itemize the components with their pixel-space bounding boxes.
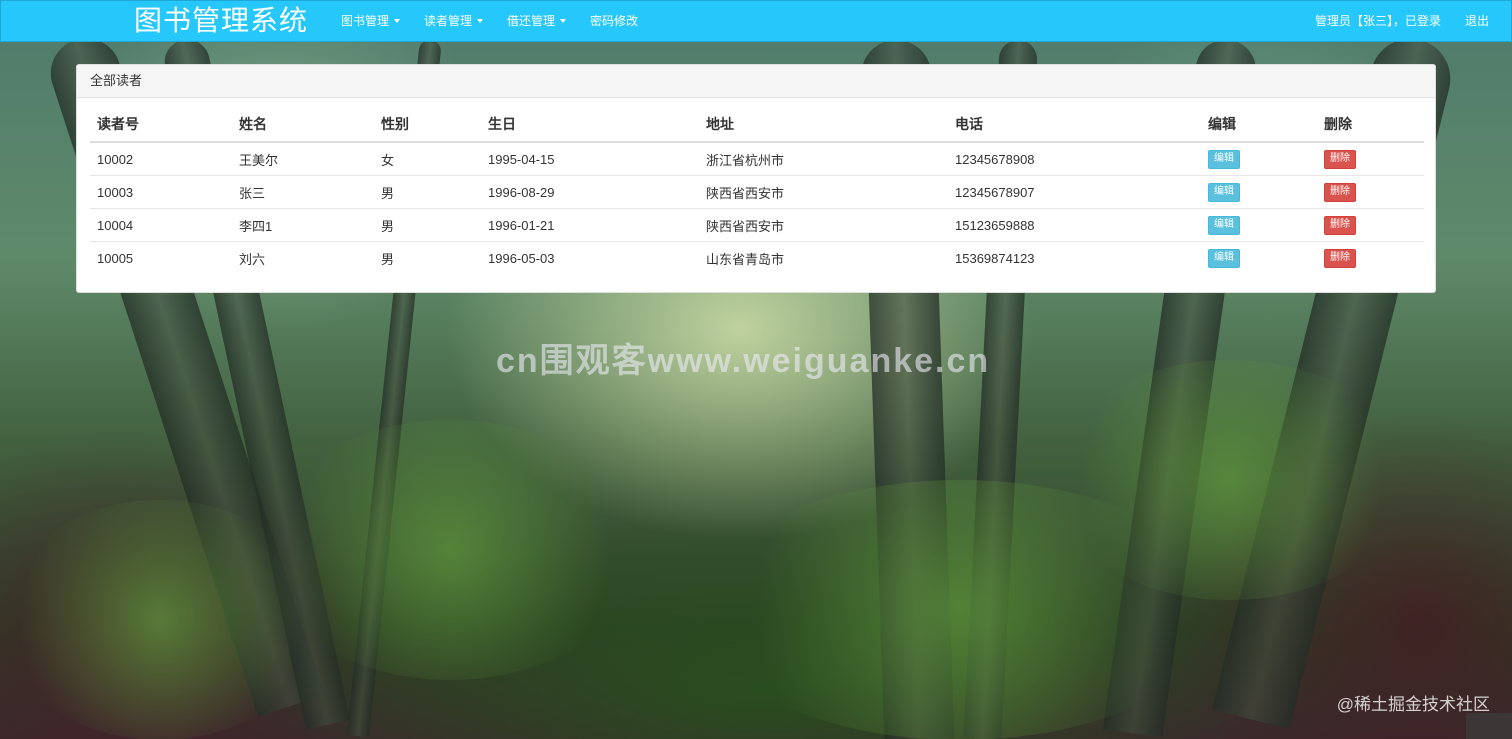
nav-borrow-management[interactable]: 借还管理 [507, 1, 567, 41]
caret-down-icon [394, 19, 401, 23]
table-row: 10003 张三 男 1996-08-29 陕西省西安市 12345678907… [90, 175, 1424, 209]
cell-address: 浙江省杭州市 [706, 152, 785, 168]
cell-birthday: 1996-01-21 [481, 208, 699, 242]
nav-book-management[interactable]: 图书管理 [341, 1, 401, 41]
nav-change-password[interactable]: 密码修改 [590, 1, 638, 41]
cell-name: 张三 [232, 175, 374, 209]
edit-button[interactable]: 编辑 [1208, 150, 1240, 169]
cell-name: 李四1 [232, 208, 374, 242]
cell-delete: 删除 [1317, 241, 1424, 274]
top-navbar: 图书管理系统 图书管理 读者管理 借还管理 密码修改 管理员【张三】，已登录 退… [0, 0, 1512, 42]
cell-birthday: 1996-08-29 [481, 175, 699, 209]
app-brand[interactable]: 图书管理系统 [134, 4, 308, 38]
nav-label: 读者管理 [424, 14, 473, 28]
panel-title: 全部读者 [77, 65, 1435, 98]
cell-delete: 删除 [1317, 208, 1424, 242]
cell-birthday: 1995-04-15 [488, 151, 555, 167]
corner-watermark: @稀土掘金技术社区 [1336, 695, 1490, 714]
delete-button[interactable]: 删除 [1324, 150, 1356, 169]
table-row: 10002 王美尔 女 1995-04-15 浙江省杭州市 1234567890… [90, 142, 1424, 176]
col-phone: 电话 [948, 107, 1201, 143]
table-row: 10004 李四1 男 1996-01-21 陕西省西安市 1512365988… [90, 208, 1424, 242]
video-player-thumbnail [1466, 713, 1512, 739]
col-birthday: 生日 [481, 107, 699, 143]
foliage [1050, 360, 1410, 600]
cell-edit: 编辑 [1201, 142, 1317, 176]
readers-panel: 全部读者 读者号 姓名 性别 生日 地址 电话 编辑 删除 10002 王美尔 … [76, 64, 1436, 293]
cell-reader-id: 10002 [97, 151, 134, 167]
cell-address: 山东省青岛市 [699, 241, 948, 274]
delete-button[interactable]: 删除 [1324, 216, 1356, 235]
col-address: 地址 [699, 107, 948, 143]
cell-gender: 男 [374, 175, 481, 209]
col-name: 姓名 [232, 107, 374, 143]
delete-button[interactable]: 删除 [1324, 249, 1356, 268]
foliage [0, 500, 320, 739]
cell-gender: 女 [381, 152, 395, 168]
cell-edit: 编辑 [1201, 241, 1317, 274]
nav-label: 借还管理 [507, 14, 556, 28]
nav-right: 管理员【张三】，已登录 退出 [1291, 1, 1489, 41]
cell-gender: 男 [374, 241, 481, 274]
cell-phone: 15123659888 [948, 208, 1201, 242]
nav-reader-management[interactable]: 读者管理 [424, 1, 484, 41]
cell-phone: 15369874123 [948, 241, 1201, 274]
edit-button[interactable]: 编辑 [1208, 216, 1240, 235]
col-edit: 编辑 [1201, 107, 1317, 143]
nav-label: 密码修改 [590, 14, 639, 28]
delete-button[interactable]: 删除 [1324, 183, 1356, 202]
cell-phone: 12345678907 [948, 175, 1201, 209]
col-gender: 性别 [374, 107, 481, 143]
col-delete: 删除 [1317, 107, 1424, 143]
nav-menu: 图书管理 读者管理 借还管理 密码修改 [341, 1, 662, 41]
readers-table: 读者号 姓名 性别 生日 地址 电话 编辑 删除 10002 王美尔 女 199… [90, 107, 1424, 274]
cell-phone: 12345678908 [955, 151, 1035, 167]
logout-link[interactable]: 退出 [1465, 1, 1489, 41]
cell-reader-id: 10005 [90, 241, 232, 274]
cell-gender: 男 [374, 208, 481, 242]
cell-reader-id: 10003 [90, 175, 232, 209]
edit-button[interactable]: 编辑 [1208, 249, 1240, 268]
caret-down-icon [477, 19, 484, 23]
cell-delete: 删除 [1317, 175, 1424, 209]
center-watermark: cn围观客www.weiguanke.cn [496, 342, 991, 380]
col-reader-id: 读者号 [90, 107, 232, 143]
cell-name: 刘六 [232, 241, 374, 274]
edit-button[interactable]: 编辑 [1208, 183, 1240, 202]
table-row: 10005 刘六 男 1996-05-03 山东省青岛市 15369874123… [90, 241, 1424, 274]
cell-name: 王美尔 [239, 152, 279, 168]
cell-address: 陕西省西安市 [699, 175, 948, 209]
cell-birthday: 1996-05-03 [481, 241, 699, 274]
caret-down-icon [560, 19, 567, 23]
nav-label: 图书管理 [341, 14, 390, 28]
cell-edit: 编辑 [1201, 208, 1317, 242]
table-header-row: 读者号 姓名 性别 生日 地址 电话 编辑 删除 [90, 107, 1424, 143]
cell-reader-id: 10004 [90, 208, 232, 242]
cell-address: 陕西省西安市 [699, 208, 948, 242]
cell-edit: 编辑 [1201, 175, 1317, 209]
user-status-link[interactable]: 管理员【张三】，已登录 [1315, 1, 1441, 41]
cell-delete: 删除 [1317, 142, 1424, 176]
